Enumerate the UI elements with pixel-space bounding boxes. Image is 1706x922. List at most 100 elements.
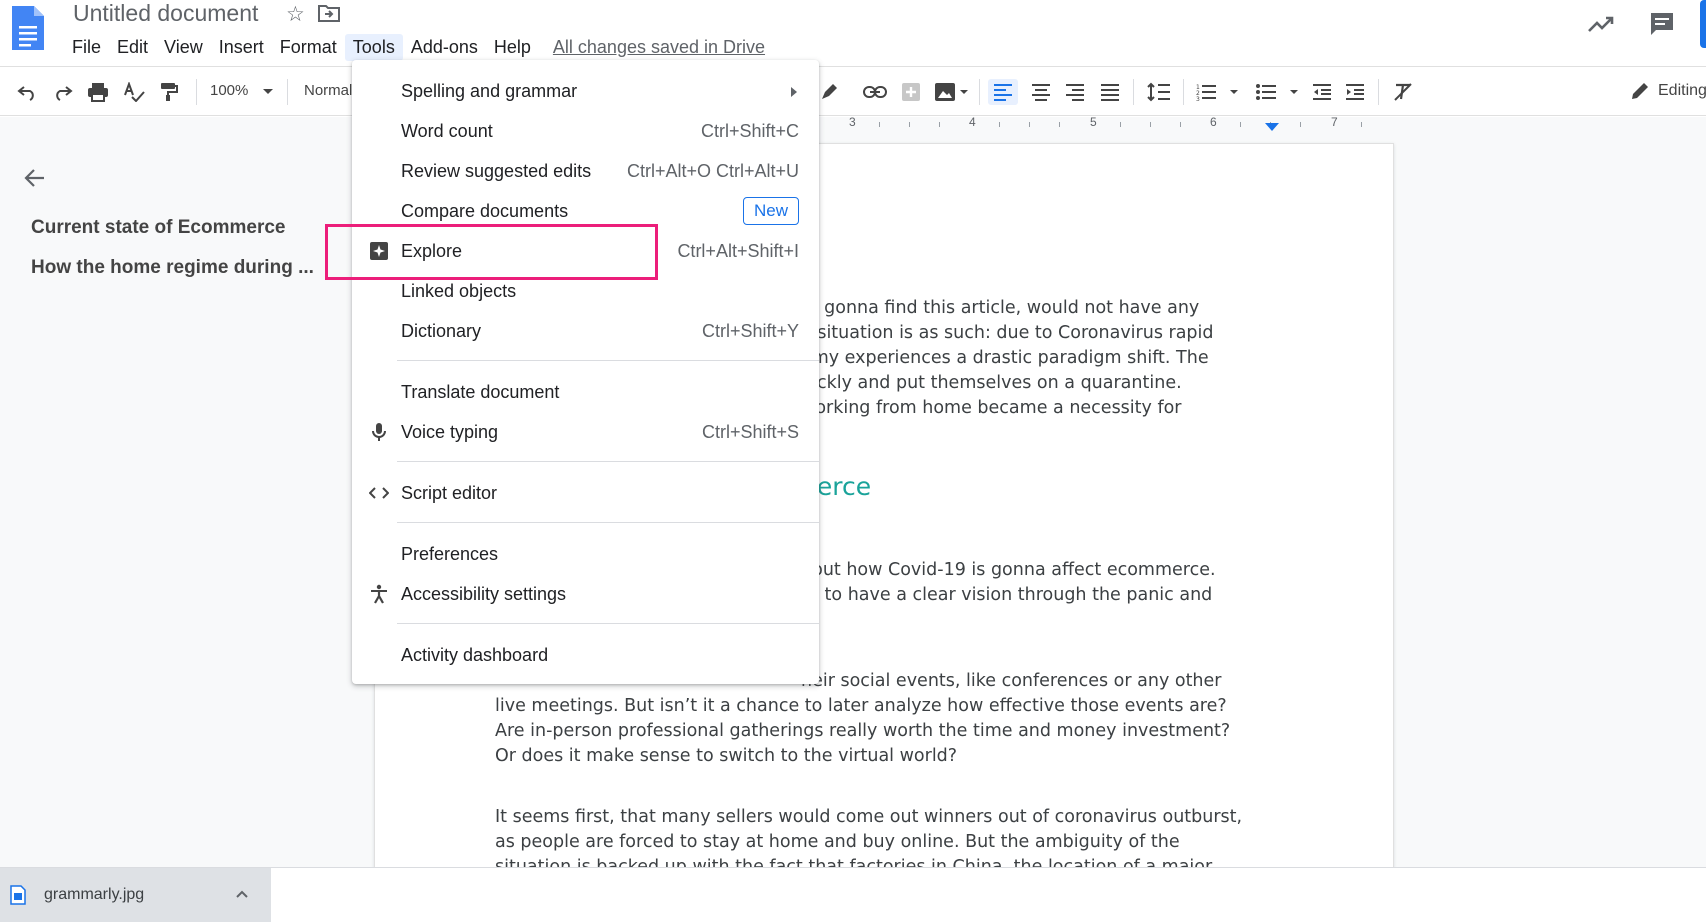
- right-indent-marker[interactable]: [1265, 123, 1279, 131]
- body-text: It seems first, that many sellers would …: [495, 807, 1243, 827]
- paragraph-style-select[interactable]: Normal: [304, 82, 352, 99]
- svg-text:3: 3: [1196, 96, 1200, 102]
- bulleted-list-icon[interactable]: [1254, 79, 1302, 105]
- body-text: as people are forced to stay at home and…: [495, 832, 1180, 852]
- download-item[interactable]: grammarly.jpg: [0, 868, 271, 922]
- image-file-icon: [10, 885, 26, 905]
- redo-icon[interactable]: [50, 79, 76, 105]
- line-spacing-icon[interactable]: [1145, 79, 1173, 105]
- decrease-indent-icon[interactable]: [1309, 79, 1335, 105]
- menu-item-label: Linked objects: [401, 281, 517, 301]
- menu-format[interactable]: Format: [272, 34, 345, 61]
- activity-trend-icon[interactable]: [1586, 10, 1616, 38]
- formatting-toolbar: 100% Normal 123 Editing: [0, 66, 1706, 116]
- menu-item-translate-document[interactable]: Translate document: [352, 374, 819, 410]
- menu-tools[interactable]: Tools: [344, 33, 403, 61]
- menu-item-voice-typing[interactable]: Voice typing Ctrl+Shift+S: [352, 414, 819, 450]
- menu-view[interactable]: View: [156, 34, 211, 61]
- share-button-edge[interactable]: [1700, 0, 1706, 48]
- download-filename: grammarly.jpg: [44, 886, 145, 903]
- body-text: Or does it make sense to switch to the v…: [495, 746, 958, 766]
- menu-item-shortcut: Ctrl+Shift+C: [700, 121, 799, 141]
- body-text: re gonna find this article, would not ha…: [801, 298, 1200, 318]
- body-text: live meetings. But isn’t it a chance to …: [495, 696, 1227, 716]
- body-text: e situation is as such: due to Coronavir…: [801, 323, 1214, 343]
- align-right-icon[interactable]: [1062, 79, 1088, 105]
- insert-link-icon[interactable]: [861, 79, 889, 105]
- print-icon[interactable]: [85, 79, 111, 105]
- menu-item-label: Review suggested edits: [401, 161, 592, 181]
- body-text: heir social events, like conferences or …: [801, 671, 1222, 691]
- menu-item-accessibility-settings[interactable]: Accessibility settings: [352, 576, 819, 612]
- menu-item-review-suggested-edits[interactable]: Review suggested edits Ctrl+Alt+O Ctrl+A…: [352, 153, 819, 189]
- body-text: working from home became a necessity for: [801, 398, 1182, 418]
- submenu-arrow-icon: [791, 87, 797, 97]
- microphone-icon: [368, 421, 390, 443]
- menu-item-word-count[interactable]: Word count Ctrl+Shift+C: [352, 113, 819, 149]
- menu-insert[interactable]: Insert: [211, 34, 272, 61]
- menu-addons[interactable]: Add-ons: [403, 34, 486, 61]
- menu-item-label: Spelling and grammar: [401, 81, 578, 101]
- align-center-icon[interactable]: [1028, 79, 1054, 105]
- ruler-label: 7: [1331, 115, 1338, 129]
- body-text: uickly and put themselves on a quarantin…: [801, 373, 1182, 393]
- menu-item-preferences[interactable]: Preferences: [352, 536, 819, 572]
- move-to-folder-icon[interactable]: [318, 3, 340, 23]
- increase-indent-icon[interactable]: [1342, 79, 1368, 105]
- clear-formatting-icon[interactable]: [1390, 79, 1416, 105]
- insert-comment-icon[interactable]: [898, 79, 924, 105]
- menu-item-label: Word count: [401, 121, 493, 141]
- menu-help[interactable]: Help: [486, 34, 539, 61]
- menu-item-shortcut: Ctrl+Shift+S: [701, 422, 799, 442]
- zoom-caret-icon[interactable]: [263, 89, 273, 94]
- editing-mode-select[interactable]: Editing: [1630, 81, 1706, 101]
- justify-icon[interactable]: [1097, 79, 1123, 105]
- menu-item-label: Voice typing: [401, 422, 499, 442]
- menu-edit[interactable]: Edit: [109, 34, 156, 61]
- menu-item-dictionary[interactable]: Dictionary Ctrl+Shift+Y: [352, 313, 819, 349]
- outline-item[interactable]: Current state of Ecommerce: [31, 217, 285, 239]
- app-header: Untitled document ☆ File Edit View Inser…: [0, 0, 1706, 66]
- ruler-label: 6: [1210, 115, 1217, 129]
- menu-item-spelling-grammar[interactable]: Spelling and grammar: [352, 73, 819, 109]
- back-arrow-icon[interactable]: [22, 165, 48, 191]
- star-icon[interactable]: ☆: [286, 2, 305, 27]
- numbered-list-icon[interactable]: 123: [1194, 79, 1242, 105]
- save-status-link[interactable]: All changes saved in Drive: [553, 37, 765, 58]
- highlight-color-icon[interactable]: [816, 79, 842, 105]
- menu-item-label: Script editor: [401, 483, 498, 503]
- paint-format-icon[interactable]: [156, 79, 182, 105]
- ruler-label: 3: [849, 115, 856, 129]
- document-title[interactable]: Untitled document: [73, 0, 258, 27]
- ruler-label: 5: [1090, 115, 1097, 129]
- menu-item-label: Compare documents: [401, 201, 569, 221]
- body-text: rd to have a clear vision through the pa…: [801, 585, 1213, 605]
- menu-separator: [397, 522, 819, 523]
- menu-separator: [397, 461, 819, 462]
- ruler-label: 4: [969, 115, 976, 129]
- menu-separator: [397, 360, 819, 361]
- pencil-icon: [1632, 83, 1648, 99]
- accessibility-icon: [368, 583, 390, 605]
- docs-logo-icon[interactable]: [10, 4, 46, 52]
- menu-item-script-editor[interactable]: Script editor: [352, 475, 819, 511]
- menu-item-label: Dictionary: [401, 321, 482, 341]
- tools-menu: Spelling and grammar Word count Ctrl+Shi…: [352, 60, 819, 684]
- download-shelf: grammarly.jpg: [0, 867, 1706, 922]
- undo-icon[interactable]: [14, 79, 40, 105]
- outline-item[interactable]: How the home regime during ...: [31, 257, 314, 279]
- spellcheck-icon[interactable]: [121, 79, 147, 105]
- new-badge: New: [742, 197, 799, 225]
- zoom-select[interactable]: 100%: [210, 82, 248, 99]
- insert-image-icon[interactable]: [932, 79, 972, 105]
- menu-item-shortcut: Ctrl+Shift+Y: [701, 321, 799, 341]
- menu-item-shortcut: Ctrl+Alt+Shift+I: [677, 241, 799, 261]
- menu-file[interactable]: File: [64, 34, 109, 61]
- code-icon: [368, 482, 390, 504]
- align-left-icon[interactable]: [988, 79, 1018, 105]
- document-workspace: Current state of Ecommerce How the home …: [0, 115, 1706, 883]
- explore-highlight-annotation: [325, 224, 658, 280]
- comment-history-icon[interactable]: [1648, 10, 1676, 38]
- menu-item-activity-dashboard[interactable]: Activity dashboard: [352, 637, 819, 673]
- chevron-up-icon[interactable]: [234, 886, 250, 902]
